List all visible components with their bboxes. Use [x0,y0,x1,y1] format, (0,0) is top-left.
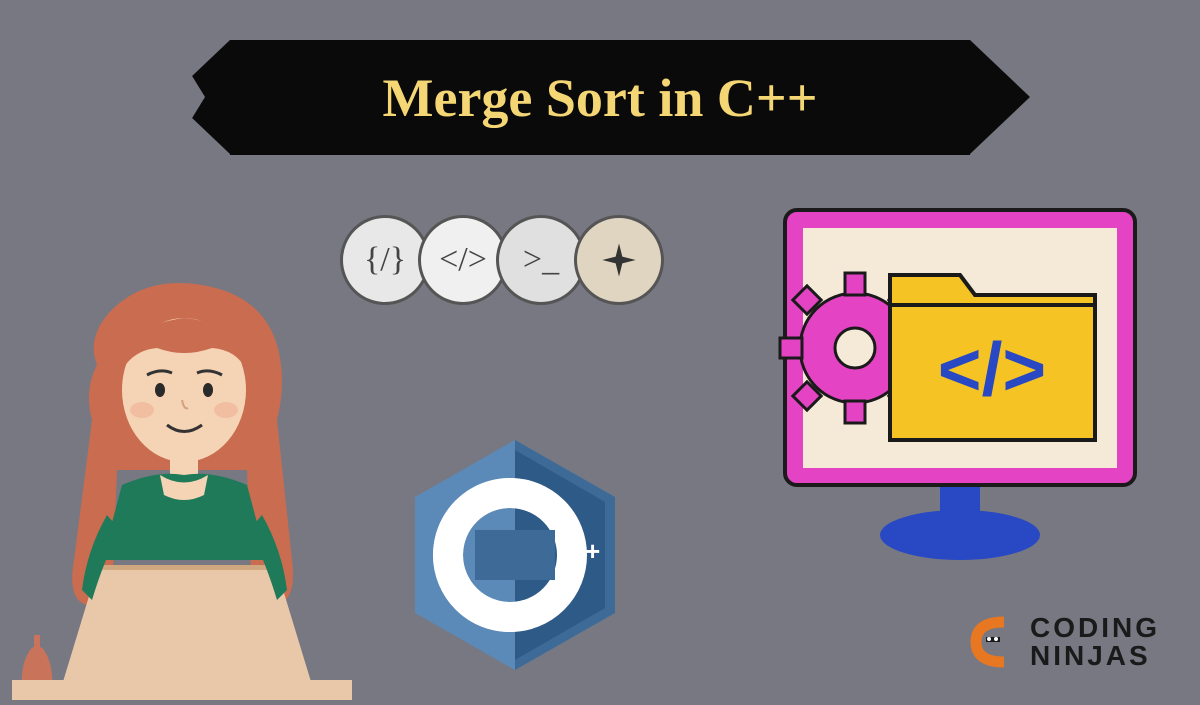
terminal-icon: >_ [496,215,586,305]
brand-logo: CODING NINJAS [964,614,1160,670]
svg-text:</>: </> [938,327,1046,411]
brand-line1: CODING [1030,614,1160,642]
cpp-logo-icon: + + [415,440,615,670]
code-braces-icon: {/} [340,215,430,305]
person-illustration [12,270,352,700]
brand-text: CODING NINJAS [1030,614,1160,670]
brand-line2: NINJAS [1030,642,1160,670]
title-banner: Merge Sort in C++ [230,40,970,155]
code-tag-icon: </> [418,215,508,305]
page-title: Merge Sort in C++ [383,67,818,129]
code-badges: {/} </> >_ [340,215,664,305]
brand-icon [964,614,1020,670]
svg-text:+: + [585,536,600,566]
svg-text:+: + [563,536,578,566]
sparkle-icon [574,215,664,305]
monitor-illustration: </> [775,200,1145,560]
